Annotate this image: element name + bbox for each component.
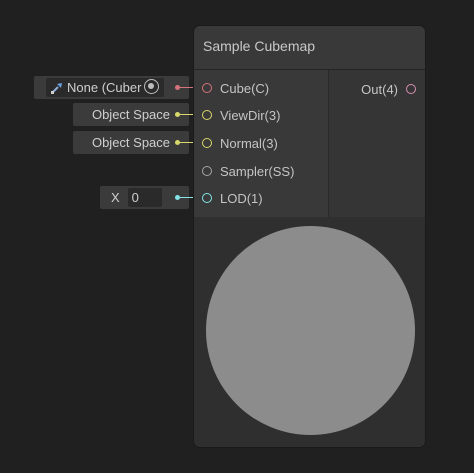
cube-value-text: None (Cuber [67,80,142,95]
port-lod-slot[interactable] [202,193,212,203]
port-normal-slot[interactable] [202,138,212,148]
lod-value-input[interactable]: 0 [127,188,162,207]
port-cube-slot[interactable] [202,83,212,93]
node-ports: Cube(C) ViewDir(3) Normal(3) Sampler(SS)… [194,69,425,217]
preview-sphere [206,226,415,435]
port-cube-label: Cube(C) [220,80,270,96]
port-cube[interactable]: Cube(C) [202,79,269,97]
normal-space-dropdown[interactable]: Object Space [73,131,189,154]
lod-connector-dot [175,195,180,200]
port-lod[interactable]: LOD(1) [202,189,263,207]
viewdir-space-dropdown[interactable]: Object Space [73,103,189,126]
port-viewdir-slot[interactable] [202,110,212,120]
lod-x-label: X [111,190,120,205]
normal-connector-dot [175,140,180,145]
lod-value-text: 0 [131,190,139,205]
port-viewdir-label: ViewDir(3) [220,107,281,123]
cube-connector-dot [175,85,180,90]
port-sampler-label: Sampler(SS) [220,163,295,179]
cubemap-icon [51,82,62,94]
node-title[interactable]: Sample Cubemap [194,26,425,69]
sample-cubemap-node[interactable]: Sample Cubemap Cube(C) ViewDir(3) Normal… [194,26,425,447]
viewdir-space-text: Object Space [91,107,171,122]
graph-canvas[interactable]: None (Cuber Object Space Object Space X … [0,0,474,473]
port-lod-label: LOD(1) [220,190,263,206]
port-sampler[interactable]: Sampler(SS) [202,162,294,180]
viewdir-connector-dot [175,112,180,117]
port-out-label: Out(4) [361,81,398,97]
port-normal-label: Normal(3) [220,135,278,151]
port-normal[interactable]: Normal(3) [202,134,278,152]
object-picker-icon[interactable] [144,79,159,94]
output-ports: Out(4) [328,70,425,217]
input-ports: Cube(C) ViewDir(3) Normal(3) Sampler(SS)… [194,70,328,217]
port-out-slot[interactable] [406,84,416,94]
port-viewdir[interactable]: ViewDir(3) [202,106,280,124]
port-out[interactable]: Out(4) [361,80,416,98]
cube-input-field[interactable]: None (Cuber [34,76,189,99]
node-preview [194,217,425,447]
normal-space-text: Object Space [91,135,171,150]
port-sampler-slot[interactable] [202,166,212,176]
